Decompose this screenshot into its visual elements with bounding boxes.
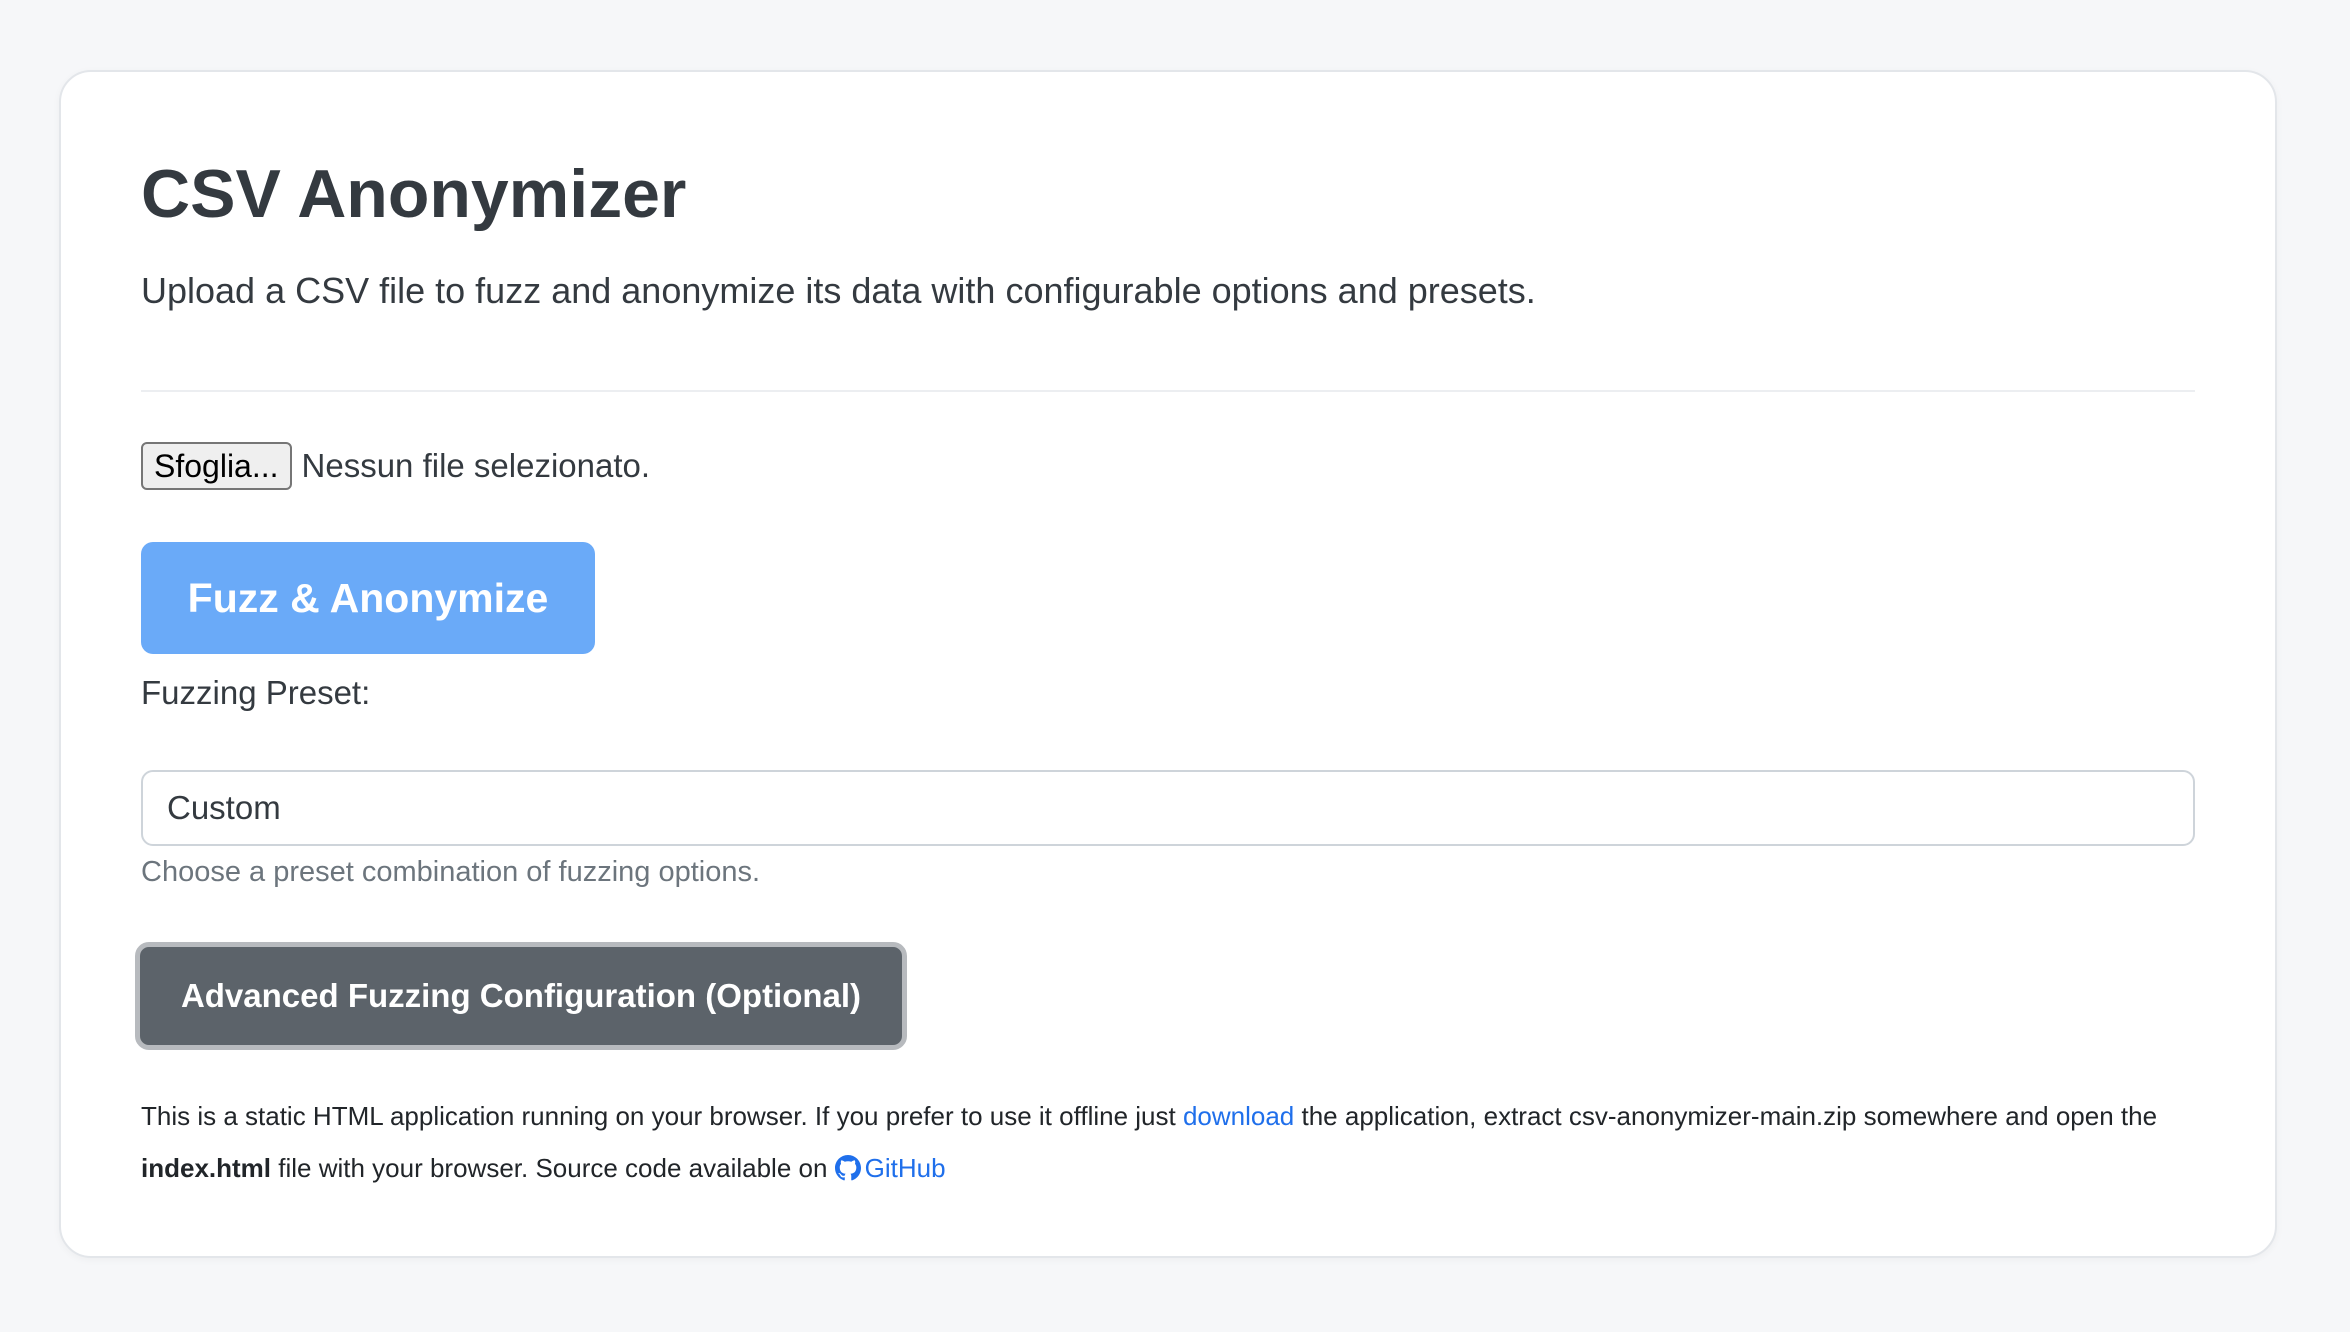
- github-link[interactable]: GitHub: [834, 1153, 946, 1183]
- github-icon: [834, 1155, 861, 1181]
- footer-text-2: the application, extract csv-anonymizer-…: [1294, 1101, 2158, 1131]
- preset-select[interactable]: Custom: [141, 770, 2195, 846]
- footer-text-3: file with your browser. Source code avai…: [271, 1153, 835, 1183]
- file-status: Nessun file selezionato.: [301, 447, 651, 484]
- preset-help-text: Choose a preset combination of fuzzing o…: [141, 856, 761, 888]
- divider: [141, 390, 2195, 392]
- index-file-name: index.html: [141, 1153, 272, 1183]
- footer-text: This is a static HTML application runnin…: [141, 1090, 2221, 1194]
- card-content: CSV Anonymizer Upload a CSV file to fuzz…: [135, 72, 2195, 1256]
- preset-selected-value: Custom: [167, 789, 281, 826]
- main-card: CSV Anonymizer Upload a CSV file to fuzz…: [59, 70, 2277, 1258]
- github-link-label: GitHub: [864, 1153, 946, 1183]
- browse-button[interactable]: Sfoglia...: [141, 442, 292, 490]
- advanced-config-button[interactable]: Advanced Fuzzing Configuration (Optional…: [135, 942, 907, 1050]
- footer-text-1: This is a static HTML application runnin…: [141, 1101, 1183, 1131]
- file-input[interactable]: Sfoglia... Nessun file selezionato.: [141, 440, 650, 492]
- download-link[interactable]: download: [1183, 1101, 1294, 1131]
- page-description: Upload a CSV file to fuzz and anonymize …: [141, 270, 1536, 311]
- preset-label: Fuzzing Preset:: [141, 674, 371, 711]
- page-title: CSV Anonymizer: [141, 156, 687, 232]
- fuzz-anonymize-button[interactable]: Fuzz & Anonymize: [141, 542, 595, 654]
